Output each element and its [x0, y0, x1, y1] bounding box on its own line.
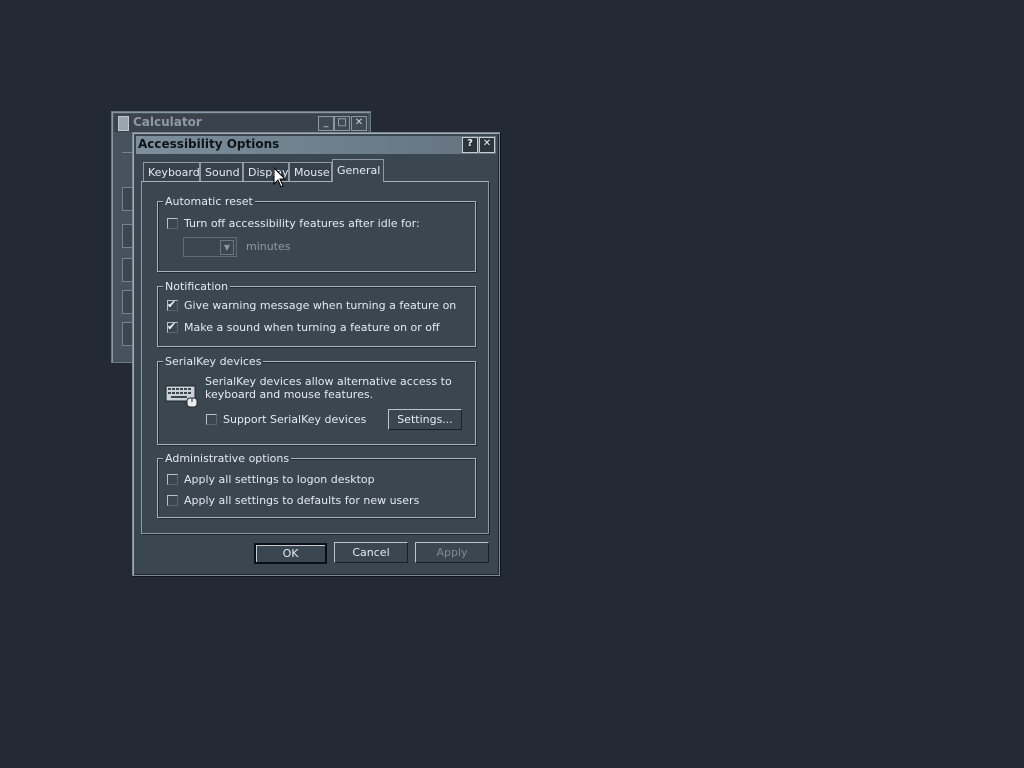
tab-mouse[interactable]: Mouse [289, 162, 332, 181]
calculator-maximize-button[interactable]: □ [334, 116, 350, 131]
warning-message-checkbox[interactable]: ✔ [167, 298, 178, 311]
chevron-down-icon[interactable]: ▼ [220, 240, 234, 255]
idle-minutes-select[interactable]: ▼ [183, 237, 237, 257]
administrative-options-label: Administrative options [163, 452, 292, 465]
automatic-reset-label: Automatic reset [163, 195, 255, 208]
ok-button[interactable]: OK [254, 543, 327, 564]
administrative-options-group: Administrative options [157, 452, 476, 518]
cancel-button[interactable]: Cancel [334, 542, 408, 563]
minutes-label: minutes [246, 240, 291, 253]
support-serialkey-label[interactable]: Support SerialKey devices [223, 413, 366, 426]
turn-off-idle-label[interactable]: Turn off accessibility features after id… [184, 217, 420, 230]
notification-group: Notification [157, 280, 476, 347]
serialkey-settings-button[interactable]: Settings... [388, 409, 462, 430]
turn-off-idle-checkbox[interactable] [167, 218, 178, 229]
calculator-titlebar[interactable]: Calculator _ □ ✕ [114, 114, 368, 132]
apply-defaults-new-users-checkbox[interactable] [167, 495, 178, 506]
keyboard-icon [165, 385, 198, 408]
calculator-close-button[interactable]: ✕ [351, 116, 367, 131]
tab-sound[interactable]: Sound [200, 162, 243, 181]
desktop: Calculator _ □ ✕ Accessibility Options ?… [0, 0, 1024, 768]
checkmark-icon: ✔ [167, 298, 177, 311]
support-serialkey-checkbox[interactable] [206, 414, 217, 425]
make-sound-label[interactable]: Make a sound when turning a feature on o… [184, 321, 440, 334]
apply-defaults-new-users-label[interactable]: Apply all settings to defaults for new u… [184, 494, 419, 507]
serialkey-label: SerialKey devices [163, 355, 264, 368]
checkmark-icon: ✔ [167, 320, 177, 333]
calculator-title: Calculator [133, 115, 202, 129]
serialkey-description-line1: SerialKey devices allow alternative acce… [205, 375, 452, 388]
apply-logon-desktop-checkbox[interactable] [167, 474, 178, 485]
apply-button[interactable]: Apply [415, 542, 489, 563]
dialog-title: Accessibility Options [138, 137, 280, 151]
dialog-titlebar[interactable]: Accessibility Options ? ✕ [136, 136, 496, 154]
mouse-pointer-icon [273, 167, 287, 188]
close-button[interactable]: ✕ [479, 137, 495, 153]
warning-message-label[interactable]: Give warning message when turning a feat… [184, 299, 456, 312]
calculator-icon [118, 116, 129, 131]
notification-label: Notification [163, 280, 231, 293]
help-button[interactable]: ? [462, 137, 478, 153]
tab-general[interactable]: General [332, 159, 384, 182]
apply-logon-desktop-label[interactable]: Apply all settings to logon desktop [184, 473, 375, 486]
make-sound-checkbox[interactable]: ✔ [167, 320, 178, 333]
serialkey-description-line2: keyboard and mouse features. [205, 388, 374, 401]
serialkey-group: SerialKey devices [157, 355, 476, 445]
calculator-minimize-button[interactable]: _ [318, 116, 334, 131]
tab-keyboard[interactable]: Keyboard [143, 162, 200, 181]
